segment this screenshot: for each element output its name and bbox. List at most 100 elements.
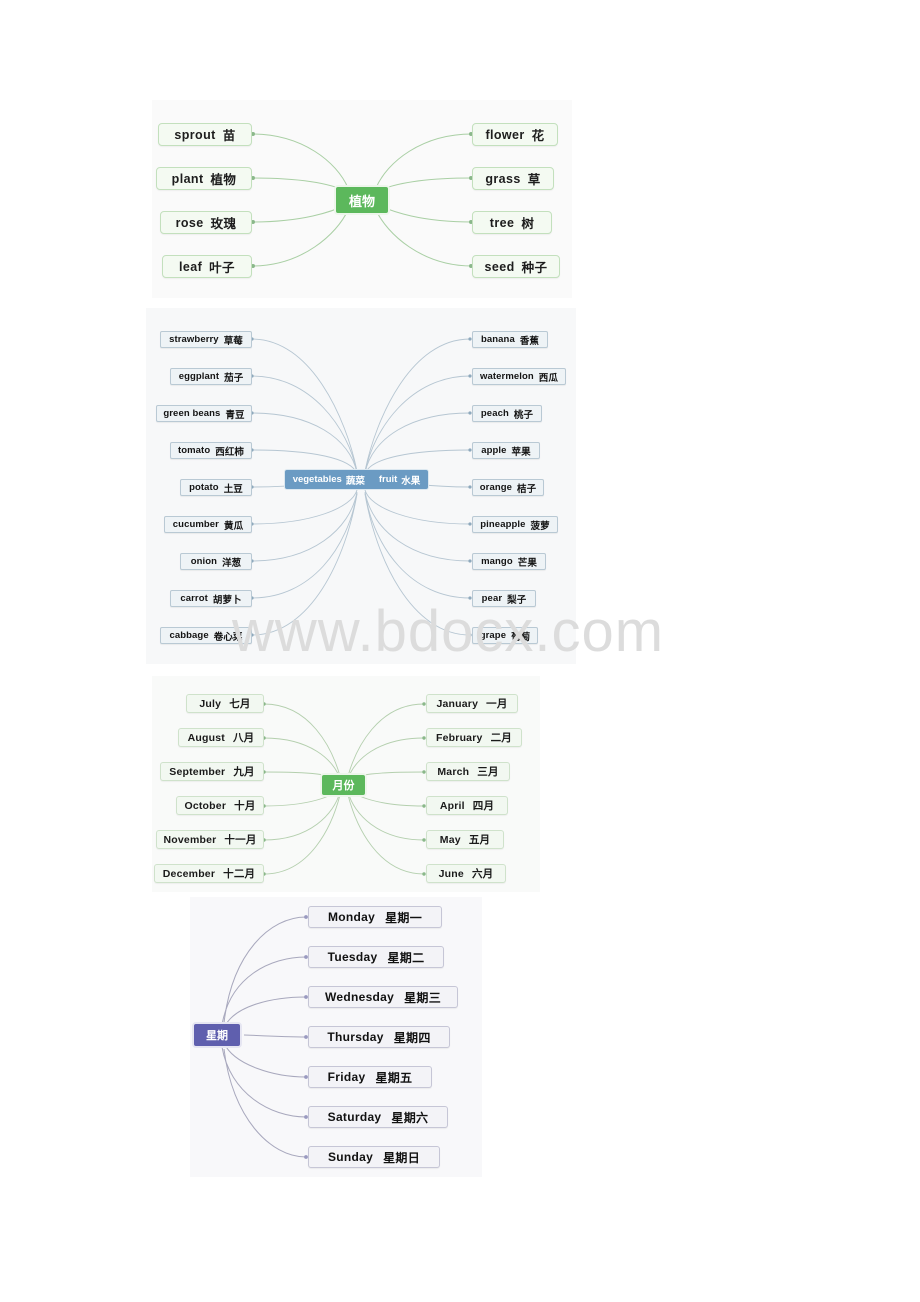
- node-label-en: cabbage: [169, 630, 209, 641]
- node-may[interactable]: May 五月: [426, 830, 504, 849]
- node-label-en: watermelon: [480, 371, 534, 382]
- node-label-en: March: [437, 765, 470, 778]
- node-label-en: banana: [480, 334, 515, 345]
- node-friday[interactable]: Friday 星期五: [308, 1066, 432, 1088]
- node-label-zh: 茄子: [224, 372, 244, 384]
- center-node-months[interactable]: 月份: [320, 773, 367, 797]
- node-seed[interactable]: seed 种子: [472, 255, 560, 278]
- node-label-en: Friday: [327, 1070, 366, 1084]
- node-label-en: carrot: [180, 593, 208, 604]
- node-label-zh: 洋葱: [222, 557, 242, 569]
- node-july[interactable]: July 七月: [186, 694, 264, 713]
- node-thursday[interactable]: Thursday 星期四: [308, 1026, 450, 1048]
- mindmap-produce: strawberry 草莓 eggplant 茄子 green beans 青豆…: [146, 308, 576, 664]
- node-label-en: grass: [485, 171, 521, 186]
- node-label-en: Monday: [327, 910, 376, 924]
- node-tomato[interactable]: tomato 西红柿: [170, 442, 252, 459]
- node-label-zh: 六月: [471, 868, 494, 880]
- node-label-zh: 芒果: [517, 557, 537, 569]
- node-label-zh: 苗: [222, 129, 236, 143]
- node-carrot[interactable]: carrot 胡萝卜: [170, 590, 252, 607]
- node-september[interactable]: September 九月: [160, 762, 264, 781]
- node-green-beans[interactable]: green beans 青豆: [156, 405, 252, 422]
- node-label-zh: 西红柿: [215, 446, 245, 458]
- center-label: 植物: [348, 193, 375, 209]
- node-monday[interactable]: Monday 星期一: [308, 906, 442, 928]
- node-label-zh: 玫瑰: [210, 217, 237, 231]
- node-label-en: rose: [175, 215, 204, 230]
- node-banana[interactable]: banana 香蕉: [472, 331, 548, 348]
- node-november[interactable]: November 十一月: [156, 830, 264, 849]
- node-grass[interactable]: grass 草: [472, 167, 554, 190]
- node-eggplant[interactable]: eggplant 茄子: [170, 368, 252, 385]
- node-label-zh: 九月: [233, 766, 255, 778]
- node-label-zh: 桃子: [513, 409, 534, 421]
- node-cucumber[interactable]: cucumber 黄瓜: [164, 516, 252, 533]
- node-tree[interactable]: tree 树: [472, 211, 552, 234]
- node-label-zh: 树: [521, 217, 535, 231]
- center-label-vegetables-zh: 蔬菜: [345, 475, 365, 487]
- node-label-en: November: [163, 833, 217, 846]
- node-label-zh: 土豆: [223, 483, 243, 495]
- node-grape[interactable]: grape 葡萄: [472, 627, 538, 644]
- node-label-zh: 十一月: [224, 834, 257, 846]
- node-apple[interactable]: apple 苹果: [472, 442, 540, 459]
- center-node-plants[interactable]: 植物: [334, 185, 390, 215]
- node-label-zh: 七月: [229, 698, 251, 710]
- node-label-zh: 西瓜: [538, 372, 558, 384]
- node-sunday[interactable]: Sunday 星期日: [308, 1146, 440, 1168]
- node-label-en: December: [162, 867, 216, 880]
- node-orange[interactable]: orange 桔子: [472, 479, 544, 496]
- node-december[interactable]: December 十二月: [154, 864, 264, 883]
- node-label-en: February: [436, 731, 483, 744]
- node-june[interactable]: June 六月: [426, 864, 506, 883]
- node-january[interactable]: January 一月: [426, 694, 518, 713]
- node-label-zh: 三月: [477, 766, 499, 778]
- node-label-en: Sunday: [327, 1150, 374, 1164]
- node-label-en: Tuesday: [327, 950, 378, 964]
- node-april[interactable]: April 四月: [426, 796, 508, 815]
- node-label-zh: 星期六: [391, 1110, 429, 1125]
- node-sprout[interactable]: sprout 苗: [158, 123, 252, 146]
- center-node-weekdays[interactable]: 星期: [192, 1022, 242, 1048]
- node-onion[interactable]: onion 洋葱: [180, 553, 252, 570]
- node-rose[interactable]: rose 玫瑰: [160, 211, 252, 234]
- node-label-en: leaf: [179, 259, 203, 274]
- node-label-en: plant: [171, 171, 204, 186]
- node-label-en: pear: [481, 593, 503, 604]
- node-label-en: strawberry: [169, 334, 219, 345]
- node-label-en: apple: [481, 445, 507, 456]
- node-label-zh: 菠萝: [530, 520, 550, 532]
- node-label-zh: 星期四: [393, 1030, 431, 1045]
- node-label-en: June: [438, 867, 464, 880]
- node-august[interactable]: August 八月: [178, 728, 264, 747]
- node-pineapple[interactable]: pineapple 菠萝: [472, 516, 558, 533]
- node-cabbage[interactable]: cabbage 卷心菜: [160, 627, 252, 644]
- node-plant[interactable]: plant 植物: [156, 167, 252, 190]
- node-watermelon[interactable]: watermelon 西瓜: [472, 368, 566, 385]
- node-label-zh: 十月: [234, 800, 256, 812]
- node-label-zh: 五月: [468, 834, 491, 846]
- mindmap-months: July 七月 August 八月 September 九月 October 十…: [152, 676, 540, 892]
- center-label-fruit-en: fruit: [378, 474, 398, 485]
- node-label-zh: 卷心菜: [213, 631, 243, 643]
- node-pear[interactable]: pear 梨子: [472, 590, 536, 607]
- node-leaf[interactable]: leaf 叶子: [162, 255, 252, 278]
- node-wednesday[interactable]: Wednesday 星期三: [308, 986, 458, 1008]
- node-label-en: Saturday: [327, 1110, 382, 1124]
- node-peach[interactable]: peach 桃子: [472, 405, 542, 422]
- node-label-zh: 草: [527, 173, 541, 187]
- node-label-zh: 植物: [210, 173, 237, 187]
- node-march[interactable]: March 三月: [426, 762, 510, 781]
- node-label-en: cucumber: [172, 519, 219, 530]
- node-saturday[interactable]: Saturday 星期六: [308, 1106, 448, 1128]
- node-strawberry[interactable]: strawberry 草莓: [160, 331, 252, 348]
- node-october[interactable]: October 十月: [176, 796, 264, 815]
- node-mango[interactable]: mango 芒果: [472, 553, 546, 570]
- center-node-produce[interactable]: vegetables 蔬菜 fruit 水果: [284, 469, 429, 490]
- node-flower[interactable]: flower 花: [472, 123, 558, 146]
- node-february[interactable]: February 二月: [426, 728, 522, 747]
- node-label-en: flower: [485, 127, 525, 142]
- node-tuesday[interactable]: Tuesday 星期二: [308, 946, 444, 968]
- node-potato[interactable]: potato 土豆: [180, 479, 252, 496]
